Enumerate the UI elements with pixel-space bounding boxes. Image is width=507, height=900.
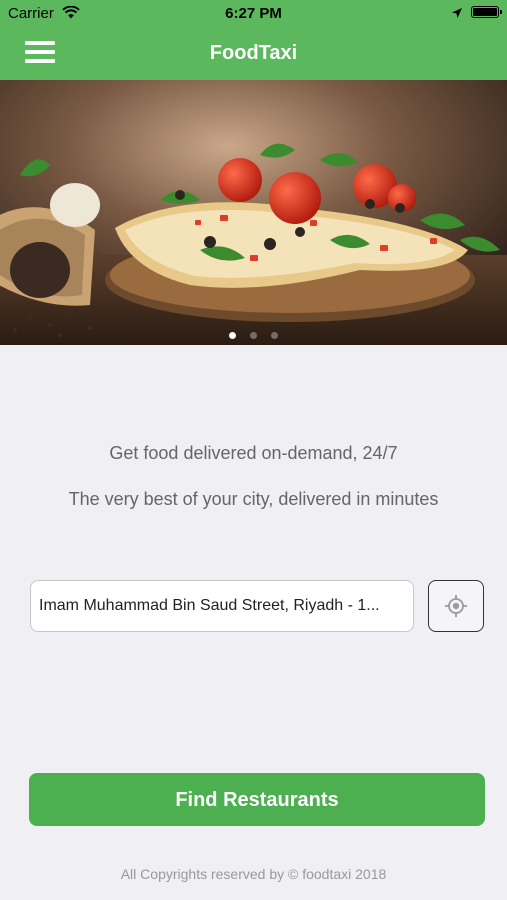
carousel-dot[interactable]: [250, 332, 257, 339]
carousel-dot[interactable]: [228, 332, 236, 339]
location-arrow-icon: [451, 6, 463, 23]
tagline-secondary: The very best of your city, delivered in…: [68, 489, 439, 509]
tagline-primary: Get food delivered on-demand, 24/7: [109, 443, 398, 463]
crosshair-location-icon: [445, 595, 467, 617]
locate-me-button[interactable]: [428, 580, 484, 632]
carousel-page-indicator[interactable]: [0, 326, 507, 344]
hero-carousel[interactable]: [0, 80, 507, 345]
app-title: FoodTaxi: [209, 42, 298, 64]
pizza-hero-image: [0, 80, 507, 345]
nav-bar: FoodTaxi: [0, 28, 507, 80]
delivery-address-input[interactable]: Imam Muhammad Bin Saud Street, Riyadh - …: [30, 580, 414, 632]
find-restaurants-button[interactable]: Find Restaurants: [29, 773, 485, 826]
carousel-dot[interactable]: [271, 332, 279, 339]
battery-icon: [471, 6, 502, 18]
status-time: 6:27 PM: [225, 5, 282, 22]
copyright-text: All Copyrights reserved by © foodtaxi 20…: [120, 866, 387, 882]
status-bar: Carrier 6:27 PM: [0, 0, 507, 28]
